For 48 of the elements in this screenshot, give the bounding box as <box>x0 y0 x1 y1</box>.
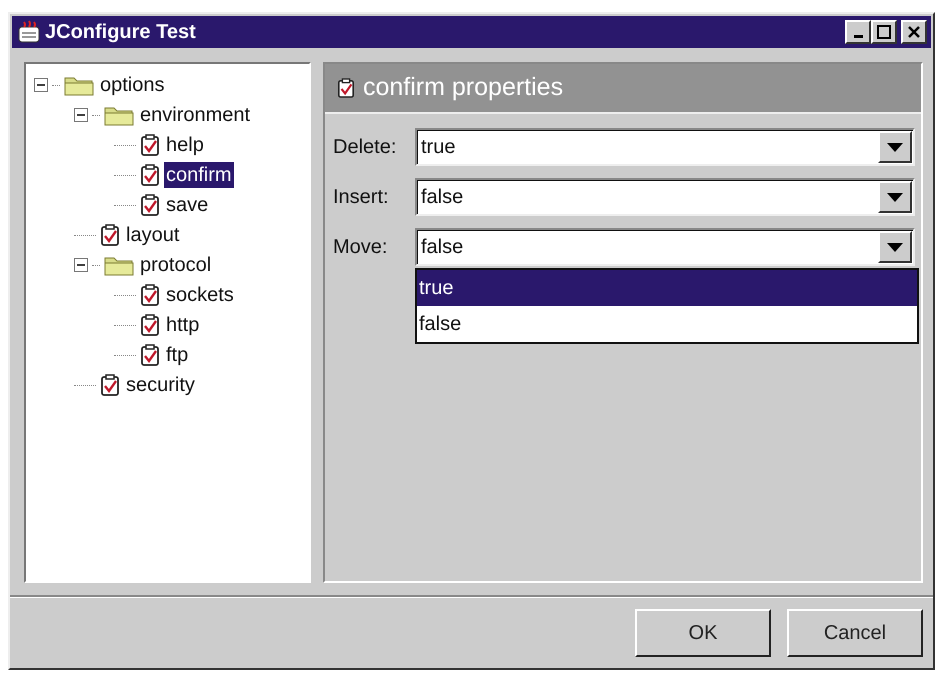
tree-item[interactable]: layout <box>124 222 182 248</box>
dropdown-button[interactable] <box>878 131 912 163</box>
dialog-button[interactable]: OK <box>635 608 771 656</box>
dropdown-field[interactable]: true <box>415 128 915 166</box>
tree-item[interactable]: protocol <box>138 252 214 278</box>
maximize-icon <box>877 25 891 39</box>
tree-item[interactable]: security <box>124 372 197 398</box>
clipboard-check-icon <box>140 134 160 156</box>
clipboard-check-icon <box>100 374 120 396</box>
field-label: Insert: <box>333 185 390 210</box>
maximize-button[interactable] <box>871 20 897 44</box>
collapse-icon[interactable] <box>74 258 88 272</box>
tree-item[interactable]: confirm <box>164 162 234 188</box>
tree-item[interactable]: save <box>164 192 210 218</box>
close-button[interactable] <box>901 20 927 44</box>
tree-item[interactable]: help <box>164 132 206 158</box>
dropdown-button[interactable] <box>878 231 912 263</box>
caret-icon <box>887 242 903 252</box>
window-title: JConfigure Test <box>45 20 196 45</box>
collapse-icon[interactable] <box>74 108 88 122</box>
app-icon <box>16 19 42 45</box>
close-icon <box>907 25 921 39</box>
collapse-icon[interactable] <box>34 78 48 92</box>
clipboard-check-icon <box>140 314 160 336</box>
minimize-button[interactable] <box>845 20 871 44</box>
caret-icon <box>887 192 903 202</box>
tree-item[interactable]: ftp <box>164 342 190 368</box>
caret-icon <box>887 142 903 152</box>
clipboard-check-icon <box>140 164 160 186</box>
dialog-button[interactable]: Cancel <box>787 608 923 656</box>
clipboard-check-icon <box>140 194 160 216</box>
tree-item[interactable]: environment <box>138 102 252 128</box>
clipboard-check-icon <box>337 78 355 98</box>
dropdown-button[interactable] <box>878 181 912 213</box>
dropdown-field[interactable]: false <box>415 228 915 266</box>
dropdown-option[interactable]: true <box>417 270 917 306</box>
field-label: Delete: <box>333 135 398 160</box>
clipboard-check-icon <box>100 224 120 246</box>
field-label: Move: <box>333 235 388 260</box>
panel-title: confirm properties <box>363 72 564 104</box>
dropdown-option[interactable]: false <box>417 306 917 342</box>
dropdown-field[interactable]: false <box>415 178 915 216</box>
clipboard-check-icon <box>140 344 160 366</box>
clipboard-check-icon <box>140 284 160 306</box>
tree-item[interactable]: http <box>164 312 202 338</box>
tree-item[interactable]: options <box>98 72 166 98</box>
minimize-icon <box>854 34 862 38</box>
tree-item[interactable]: sockets <box>164 282 236 308</box>
